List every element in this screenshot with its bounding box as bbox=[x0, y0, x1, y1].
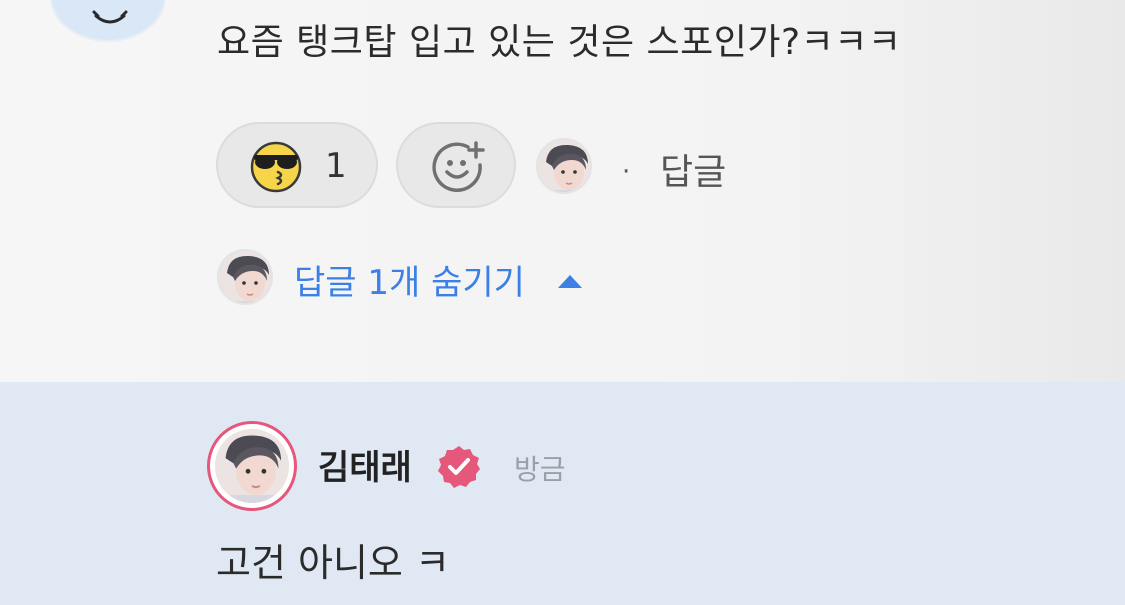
reply-button[interactable]: 답글 bbox=[660, 143, 726, 195]
reply-timestamp: 방금 bbox=[514, 453, 566, 486]
divider bbox=[0, 382, 216, 384]
comment-card: 요즘 탱크탑 입고 있는 것은 스포인가?ㅋㅋㅋ 1 · 답글 답글 1개 숨기… bbox=[0, 0, 1125, 382]
reply-author-avatar[interactable] bbox=[207, 421, 297, 511]
add-reaction-button[interactable] bbox=[396, 122, 516, 208]
person-photo bbox=[538, 140, 590, 192]
hide-replies-button[interactable]: 답글 1개 숨기기 bbox=[294, 255, 525, 304]
reaction-button[interactable]: 1 bbox=[216, 122, 378, 208]
add-reaction-smile-icon bbox=[432, 141, 485, 192]
verified-badge-icon bbox=[438, 446, 480, 488]
separator-dot: · bbox=[622, 157, 631, 187]
reactor-avatar[interactable] bbox=[536, 138, 592, 194]
person-photo bbox=[215, 429, 289, 503]
reply-text: 고건 아니오 ㅋ bbox=[216, 541, 450, 585]
caret-up-icon[interactable] bbox=[556, 272, 584, 290]
person-photo bbox=[219, 251, 271, 303]
comment-text: 요즘 탱크탑 입고 있는 것은 스포인가?ㅋㅋㅋ bbox=[217, 22, 902, 63]
commenter-avatar[interactable] bbox=[50, 0, 166, 42]
reply-author-name[interactable]: 김태래 bbox=[318, 440, 412, 489]
sunglasses-kiss-emoji-icon bbox=[250, 141, 302, 193]
replier-avatar bbox=[217, 249, 273, 305]
smile-face-icon bbox=[92, 10, 128, 24]
reaction-count: 1 bbox=[325, 146, 347, 186]
reply-card bbox=[0, 382, 1125, 605]
